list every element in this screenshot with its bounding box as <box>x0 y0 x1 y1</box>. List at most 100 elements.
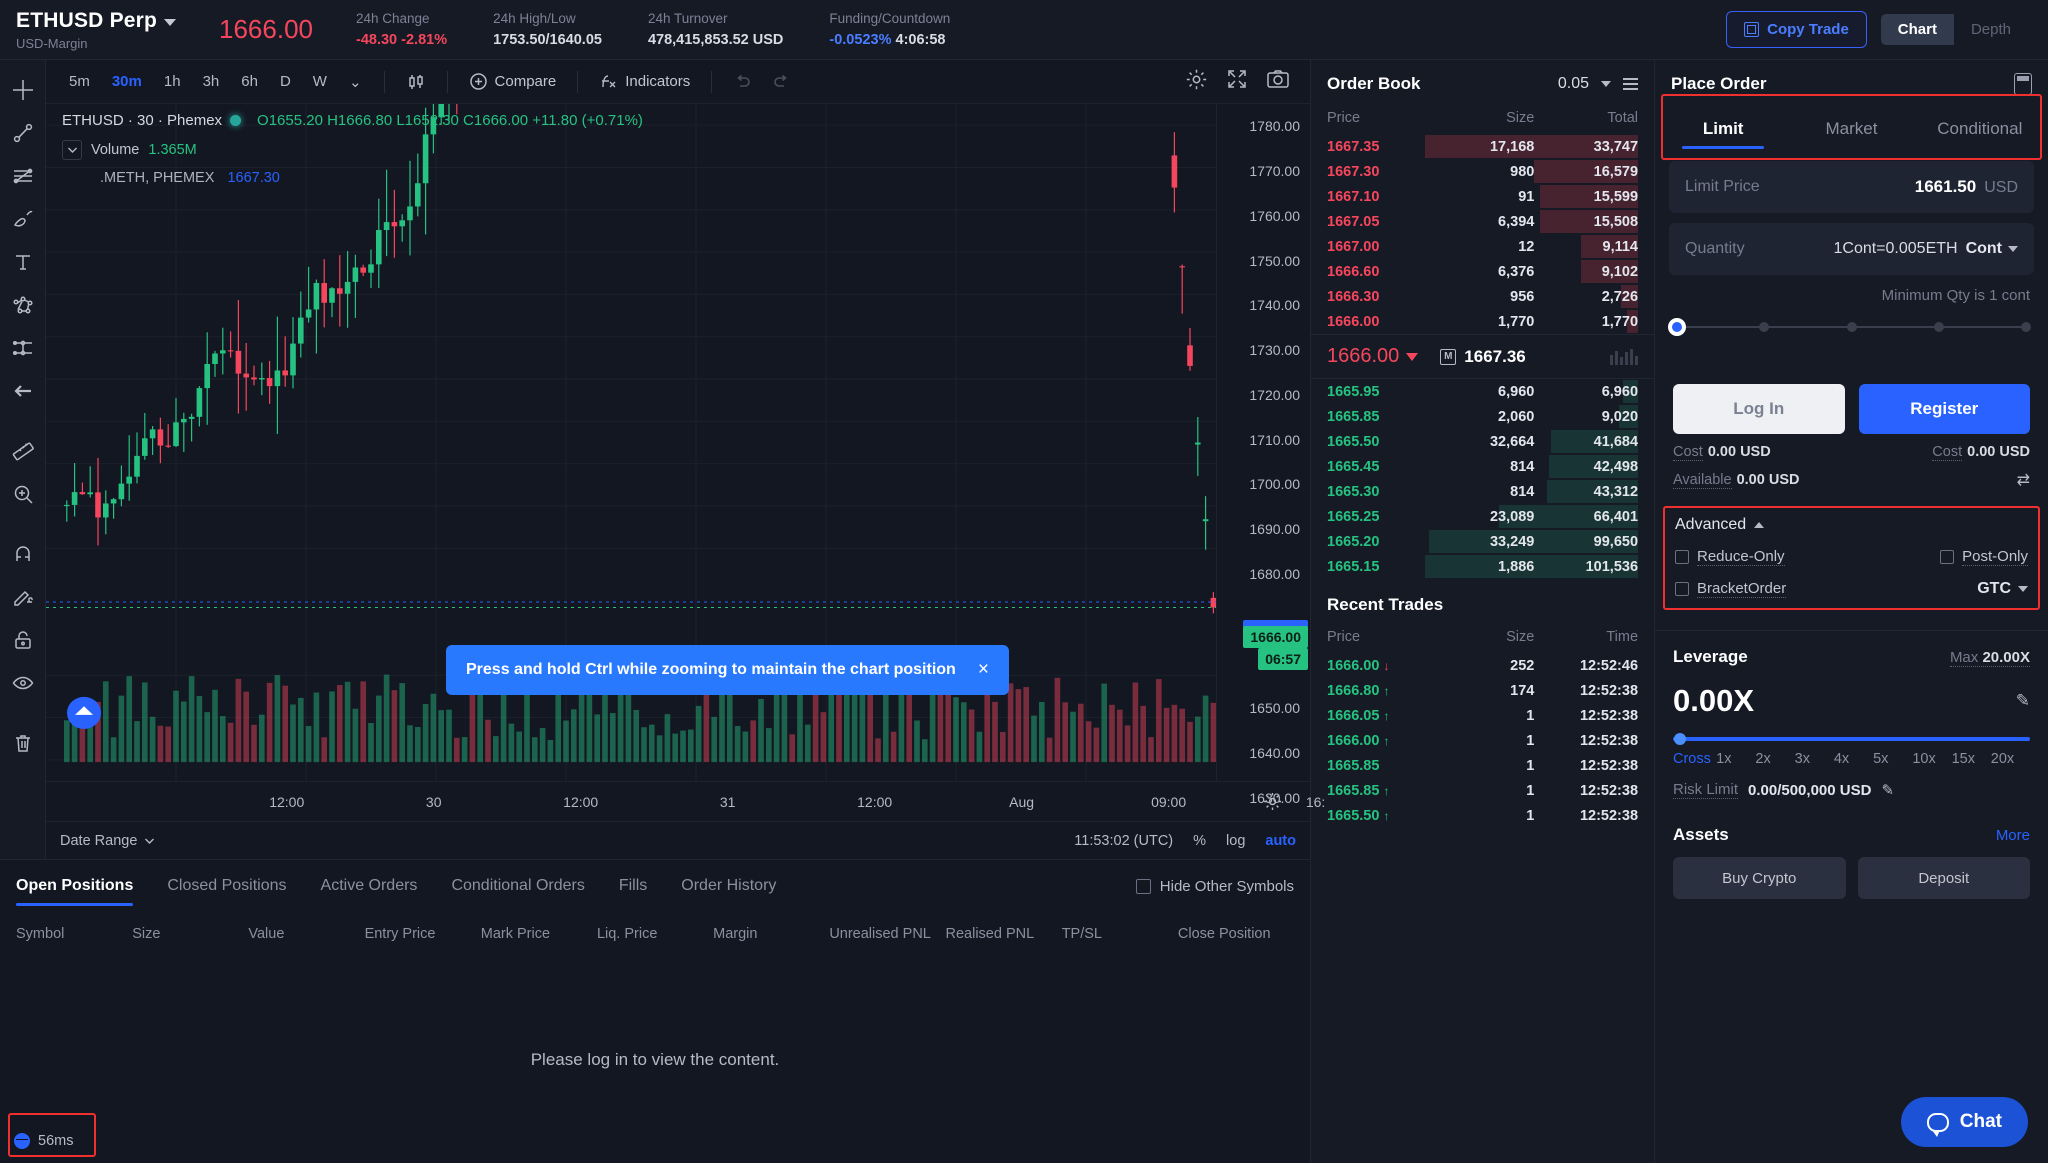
timeframe-D[interactable]: D <box>271 68 300 95</box>
tab-order-history[interactable]: Order History <box>681 860 776 912</box>
long-position-icon[interactable] <box>4 328 42 368</box>
slider-handle[interactable] <box>1668 318 1686 336</box>
date-range-button[interactable]: Date Range <box>60 833 137 849</box>
order-book-row[interactable]: 1667.00129,114 <box>1311 234 1654 259</box>
edit-icon[interactable]: ✎ <box>2016 691 2030 711</box>
leverage-mark-5x[interactable]: 5x <box>1873 751 1912 767</box>
leverage-mark-cross[interactable]: Cross <box>1673 751 1716 767</box>
leverage-slider-handle[interactable] <box>1674 733 1686 745</box>
leverage-slider[interactable] <box>1673 737 2030 741</box>
order-book-row[interactable]: 1665.956,9606,960 <box>1311 379 1654 404</box>
timezone-icon[interactable] <box>1263 792 1282 814</box>
chevron-down-icon[interactable] <box>62 140 82 160</box>
compare-button[interactable]: Compare <box>461 67 565 96</box>
time-axis[interactable]: 12:003012:003112:00Aug09:0016: <box>46 781 1310 821</box>
quantity-field[interactable]: Quantity 1Cont=0.005ETH Cont <box>1669 223 2034 275</box>
timeframe-5m[interactable]: 5m <box>60 68 99 95</box>
post-only-checkbox[interactable]: Post-Only <box>1940 548 2028 566</box>
timeframe-W[interactable]: W <box>304 68 336 95</box>
timeframe-3h[interactable]: 3h <box>194 68 229 95</box>
redo-icon[interactable] <box>764 67 799 96</box>
order-book-row[interactable]: 1665.2523,08966,401 <box>1311 504 1654 529</box>
leverage-mark-10x[interactable]: 10x <box>1912 751 1951 767</box>
timeframe-1h[interactable]: 1h <box>155 68 190 95</box>
tab-conditional[interactable]: Conditional <box>1916 105 2044 151</box>
leverage-mark-1x[interactable]: 1x <box>1716 751 1755 767</box>
chevron-down-icon[interactable] <box>164 19 176 26</box>
chat-button[interactable]: Chat <box>1901 1097 2028 1147</box>
indicators-button[interactable]: Indicators <box>591 67 698 96</box>
order-book-row[interactable]: 1667.109115,599 <box>1311 184 1654 209</box>
undo-icon[interactable] <box>725 67 760 96</box>
tab-chart[interactable]: Chart <box>1881 14 1954 45</box>
symbol-block[interactable]: ETHUSD Perp USD-Margin <box>16 9 191 51</box>
chevron-down-icon[interactable] <box>1601 81 1611 87</box>
slider-tick[interactable] <box>2021 322 2031 332</box>
camera-icon[interactable] <box>1266 68 1290 95</box>
order-book-layout-icon[interactable] <box>1623 78 1638 90</box>
chevron-down-icon[interactable] <box>144 833 155 849</box>
remove-drawings-icon[interactable] <box>4 723 42 763</box>
slider-tick[interactable] <box>1759 322 1769 332</box>
leverage-mark-2x[interactable]: 2x <box>1755 751 1794 767</box>
order-book-row[interactable]: 1666.001,7701,770 <box>1311 309 1654 334</box>
hide-drawings-icon[interactable] <box>4 663 42 703</box>
login-button[interactable]: Log In <box>1673 384 1845 434</box>
trend-line-icon[interactable] <box>4 113 42 153</box>
zoom-icon[interactable] <box>4 474 42 514</box>
order-book-row[interactable]: 1666.309562,726 <box>1311 284 1654 309</box>
order-book-row[interactable]: 1667.3517,16833,747 <box>1311 134 1654 159</box>
price-axis[interactable]: 1780.001770.001760.001750.001740.001730.… <box>1216 104 1310 781</box>
order-book-row[interactable]: 1665.852,0609,020 <box>1311 404 1654 429</box>
crosshair-icon[interactable] <box>4 70 42 110</box>
ruler-icon[interactable] <box>4 431 42 471</box>
edit-icon[interactable]: ✎ <box>1881 781 1894 799</box>
tab-conditional-orders[interactable]: Conditional Orders <box>451 860 584 912</box>
quantity-unit-select[interactable]: Cont <box>1966 240 2018 258</box>
timeframe-30m[interactable]: 30m <box>103 68 151 95</box>
price-chart-canvas[interactable]: ETHUSD · 30 · Phemex O1655.20 H1666.80 L… <box>46 104 1216 781</box>
limit-price-field[interactable]: Limit Price 1661.50 USD <box>1669 161 2034 213</box>
tab-depth[interactable]: Depth <box>1954 14 2028 45</box>
leverage-mark-3x[interactable]: 3x <box>1795 751 1834 767</box>
chevron-down-icon[interactable]: ⌄ <box>340 68 371 96</box>
close-icon[interactable]: × <box>978 659 989 681</box>
hide-other-symbols-checkbox[interactable]: Hide Other Symbols <box>1136 878 1294 895</box>
deposit-button[interactable]: Deposit <box>1858 857 2031 899</box>
advanced-toggle[interactable]: Advanced <box>1675 516 2028 534</box>
register-button[interactable]: Register <box>1859 384 2031 434</box>
lock-icon[interactable] <box>4 620 42 660</box>
tab-fills[interactable]: Fills <box>619 860 647 912</box>
gear-icon[interactable] <box>1185 68 1208 96</box>
time-in-force-select[interactable]: GTC <box>1977 580 2028 598</box>
leverage-mark-20x[interactable]: 20x <box>1991 751 2030 767</box>
leverage-mark-4x[interactable]: 4x <box>1834 751 1873 767</box>
bracket-order-checkbox[interactable]: BracketOrder <box>1675 580 1786 598</box>
order-book-row[interactable]: 1665.4581442,498 <box>1311 454 1654 479</box>
order-book-row[interactable]: 1665.3081443,312 <box>1311 479 1654 504</box>
tab-closed-positions[interactable]: Closed Positions <box>167 860 286 912</box>
log-scale-button[interactable]: log <box>1226 833 1245 849</box>
brush-icon[interactable] <box>4 199 42 239</box>
fullscreen-icon[interactable] <box>1226 68 1248 95</box>
candles-icon[interactable] <box>398 67 434 97</box>
buy-crypto-button[interactable]: Buy Crypto <box>1673 857 1846 899</box>
timeframe-6h[interactable]: 6h <box>232 68 267 95</box>
order-book-row[interactable]: 1667.056,39415,508 <box>1311 209 1654 234</box>
percent-scale-button[interactable]: % <box>1193 833 1206 849</box>
assets-more-link[interactable]: More <box>1996 827 2030 844</box>
order-book-row[interactable]: 1665.5032,66441,684 <box>1311 429 1654 454</box>
copy-trade-button[interactable]: Copy Trade <box>1726 11 1867 48</box>
order-book-row[interactable]: 1666.606,3769,102 <box>1311 259 1654 284</box>
drawing-mode-icon[interactable] <box>4 577 42 617</box>
tab-limit[interactable]: Limit <box>1659 105 1787 151</box>
order-book-row[interactable]: 1667.3098016,579 <box>1311 159 1654 184</box>
tab-market[interactable]: Market <box>1787 105 1915 151</box>
order-book-row[interactable]: 1665.151,886101,536 <box>1311 554 1654 579</box>
text-icon[interactable] <box>4 242 42 282</box>
transfer-icon[interactable]: ⇄ <box>2017 470 2030 490</box>
grouping-value[interactable]: 0.05 <box>1558 75 1589 93</box>
arrow-marker-icon[interactable] <box>4 371 42 411</box>
quantity-slider[interactable] <box>1655 304 2048 328</box>
slider-tick[interactable] <box>1847 322 1857 332</box>
